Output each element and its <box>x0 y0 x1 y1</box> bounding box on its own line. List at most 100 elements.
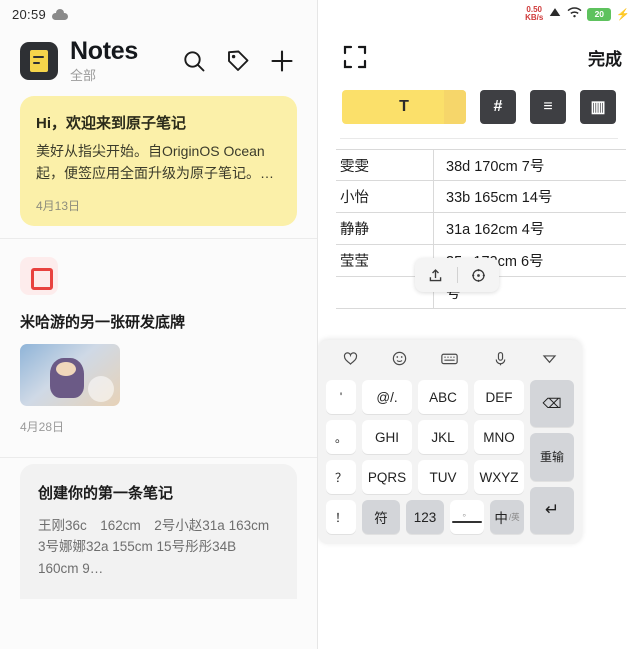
note-editor-pane: 0.50 KB/s 20 ⚡ 完成 T # ≡ ▥ 雯雯 38d 170cm 7… <box>318 0 640 649</box>
text-style-label: T <box>399 98 409 115</box>
list-divider <box>0 456 317 458</box>
cell-context-toolbar <box>415 258 499 292</box>
format-bar: T # ≡ ▥ <box>318 74 640 124</box>
charging-bolt-icon: ⚡ <box>616 8 630 21</box>
table-cell-info[interactable]: 31a 162cm 4号 <box>434 213 626 245</box>
keyboard-grid: ' 。 ？ ！ @/. ABC DEF GHI JKL MNO PQRS TUV… <box>326 380 574 534</box>
collapse-keyboard-icon[interactable] <box>541 350 558 372</box>
red-square-icon <box>20 256 58 295</box>
table-cell-name[interactable]: 静静 <box>336 212 434 245</box>
keyboard-layout-icon[interactable] <box>440 350 459 372</box>
keyboard-left-column: ' 。 ？ ！ <box>326 380 356 534</box>
key-tuv[interactable]: TUV <box>418 460 468 494</box>
language-sub-label: /英 <box>508 512 520 522</box>
notes-list-pane: 20:59 Notes 全部 Hi，欢迎来到原子笔记 美好从指尖开始。自Orig… <box>0 0 318 649</box>
tag-icon[interactable] <box>225 48 251 74</box>
cloud-icon <box>52 8 69 20</box>
network-speed: 0.50 KB/s <box>525 5 544 23</box>
key-enter[interactable]: ↵ <box>530 486 574 534</box>
done-button[interactable]: 完成 <box>588 45 622 70</box>
key-mno[interactable]: MNO <box>474 420 524 454</box>
share-cell-icon[interactable] <box>415 267 457 284</box>
text-style-button[interactable]: T <box>342 90 466 124</box>
key-space[interactable]: 。 <box>450 500 484 534</box>
list-button[interactable]: ≡ <box>530 90 566 124</box>
list-label: ≡ <box>543 98 553 115</box>
app-title-group: Notes 全部 <box>70 38 138 84</box>
key-reinput[interactable]: 重输 <box>530 433 574 481</box>
note-title: 创建你的第一条笔记 <box>38 484 174 502</box>
game-character-thumbnail <box>20 343 120 406</box>
table-row[interactable]: 静静 31a 162cm 4号 <box>336 212 626 245</box>
keyboard-row: @/. ABC DEF <box>362 380 524 414</box>
key-jkl[interactable]: JKL <box>418 420 468 454</box>
table-cell-name[interactable]: 雯雯 <box>336 149 434 181</box>
editor-toolbar: 完成 <box>318 28 640 74</box>
note-preview: 王刚36c 162cm 2号小赵31a 163cm 3号娜娜32a 155cm … <box>38 517 283 576</box>
language-main-label: 中 <box>494 511 508 526</box>
note-date: 4月13日 <box>36 198 81 213</box>
emoji-icon[interactable] <box>391 350 408 372</box>
fullscreen-expand-icon[interactable] <box>342 44 368 70</box>
filter-label: 全部 <box>70 68 97 84</box>
key-question[interactable]: ？ <box>326 460 356 494</box>
space-dot-icon: 。 <box>462 508 472 518</box>
header-actions <box>181 48 301 74</box>
keyboard-right-column: ⌫ 重输 ↵ <box>530 380 574 534</box>
battery-indicator: 20 <box>587 7 612 21</box>
network-speed-unit: KB/s <box>525 13 544 22</box>
key-backspace[interactable]: ⌫ <box>530 380 574 428</box>
key-apostrophe[interactable]: ' <box>326 380 356 414</box>
note-date: 4月28日 <box>20 419 65 434</box>
table-button[interactable]: ▥ <box>580 90 616 124</box>
notes-app-logo <box>20 42 58 81</box>
list-item[interactable]: Hi，欢迎来到原子笔记 美好从指尖开始。自OriginOS Ocean 起，便签… <box>20 96 297 226</box>
key-circle[interactable]: 。 <box>326 420 356 454</box>
space-bar-line <box>452 521 482 523</box>
keyboard-row: GHI JKL MNO <box>362 420 524 454</box>
screen-root: 20:59 Notes 全部 Hi，欢迎来到原子笔记 美好从指尖开始。自Orig… <box>0 0 640 649</box>
key-symbols[interactable]: 符 <box>362 500 400 534</box>
table-cell-info[interactable]: 33b 165cm 14号 <box>434 181 626 213</box>
key-ghi[interactable]: GHI <box>362 420 412 454</box>
table-row[interactable]: 雯雯 38d 170cm 7号 <box>336 149 626 181</box>
heading-button[interactable]: # <box>480 90 516 124</box>
notes-list: Hi，欢迎来到原子笔记 美好从指尖开始。自OriginOS Ocean 起，便签… <box>0 88 317 226</box>
move-cell-icon[interactable] <box>458 267 500 284</box>
keyboard-main-keys: @/. ABC DEF GHI JKL MNO PQRS TUV WXYZ 符 … <box>362 380 524 534</box>
left-status-bar: 20:59 <box>0 0 317 28</box>
note-preview: 美好从指尖开始。自OriginOS Ocean 起，便签应用全面升级为原子笔记。… <box>36 143 274 181</box>
status-clock: 20:59 <box>12 6 47 22</box>
table-cell-info[interactable]: 38d 170cm 7号 <box>434 149 626 181</box>
list-item[interactable]: 创建你的第一条笔记 王刚36c 162cm 2号小赵31a 163cm 3号娜娜… <box>20 463 297 600</box>
key-abc[interactable]: ABC <box>418 380 468 414</box>
key-def[interactable]: DEF <box>474 380 524 414</box>
note-title: Hi，欢迎来到原子笔记 <box>36 115 187 133</box>
keyboard-row: PQRS TUV WXYZ <box>362 460 524 494</box>
list-item[interactable]: 米哈游的另一张研发底牌 4月28日 <box>0 239 317 445</box>
keyboard-row: 符 123 。 中/英 <box>362 500 524 534</box>
right-status-bar: 0.50 KB/s 20 ⚡ <box>318 0 640 28</box>
key-wxyz[interactable]: WXYZ <box>474 460 524 494</box>
keyboard-top-row <box>326 348 574 374</box>
key-pqrs[interactable]: PQRS <box>362 460 412 494</box>
notes-app-header: Notes 全部 <box>0 28 317 88</box>
key-numbers[interactable]: 123 <box>406 500 444 534</box>
search-icon[interactable] <box>181 48 207 74</box>
table-cell-name[interactable]: 小怡 <box>336 180 434 213</box>
key-at-dot[interactable]: @/. <box>362 380 412 414</box>
table-row[interactable]: 小怡 33b 165cm 14号 <box>336 180 626 213</box>
wifi-icon <box>567 5 582 23</box>
on-screen-keyboard: ' 。 ？ ！ @/. ABC DEF GHI JKL MNO PQRS TUV… <box>318 340 582 544</box>
signal-icon <box>548 5 562 23</box>
key-exclaim[interactable]: ！ <box>326 500 356 534</box>
key-language-toggle[interactable]: 中/英 <box>490 500 524 534</box>
voice-input-icon[interactable] <box>492 350 509 372</box>
plus-icon[interactable] <box>269 48 295 74</box>
toolbar-divider <box>340 138 618 139</box>
table-label: ▥ <box>590 99 606 116</box>
clipboard-icon[interactable] <box>342 350 359 372</box>
page-title: Notes <box>70 37 138 65</box>
heading-label: # <box>493 98 503 115</box>
note-title: 米哈游的另一张研发底牌 <box>20 313 186 331</box>
